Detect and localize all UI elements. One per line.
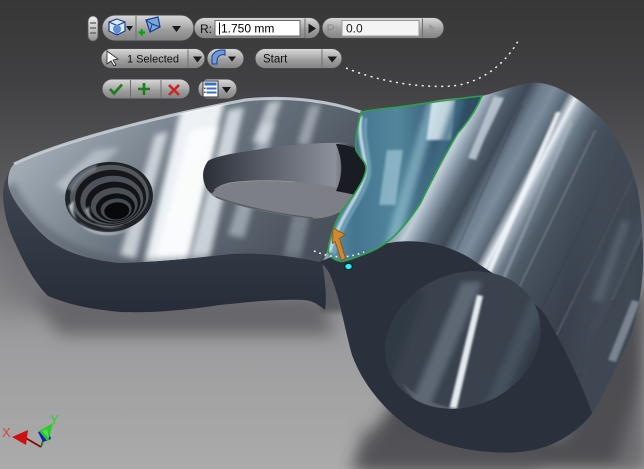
svg-text:1 Selected: 1 Selected xyxy=(127,54,179,66)
svg-text:Y: Y xyxy=(50,412,59,427)
svg-text:0.0: 0.0 xyxy=(346,22,363,36)
svg-text:1.750 mm: 1.750 mm xyxy=(221,22,274,36)
svg-text:X: X xyxy=(2,425,11,440)
svg-text:R:: R: xyxy=(200,22,212,36)
svg-text:P:: P: xyxy=(327,22,338,36)
svg-text:Start: Start xyxy=(263,54,288,66)
